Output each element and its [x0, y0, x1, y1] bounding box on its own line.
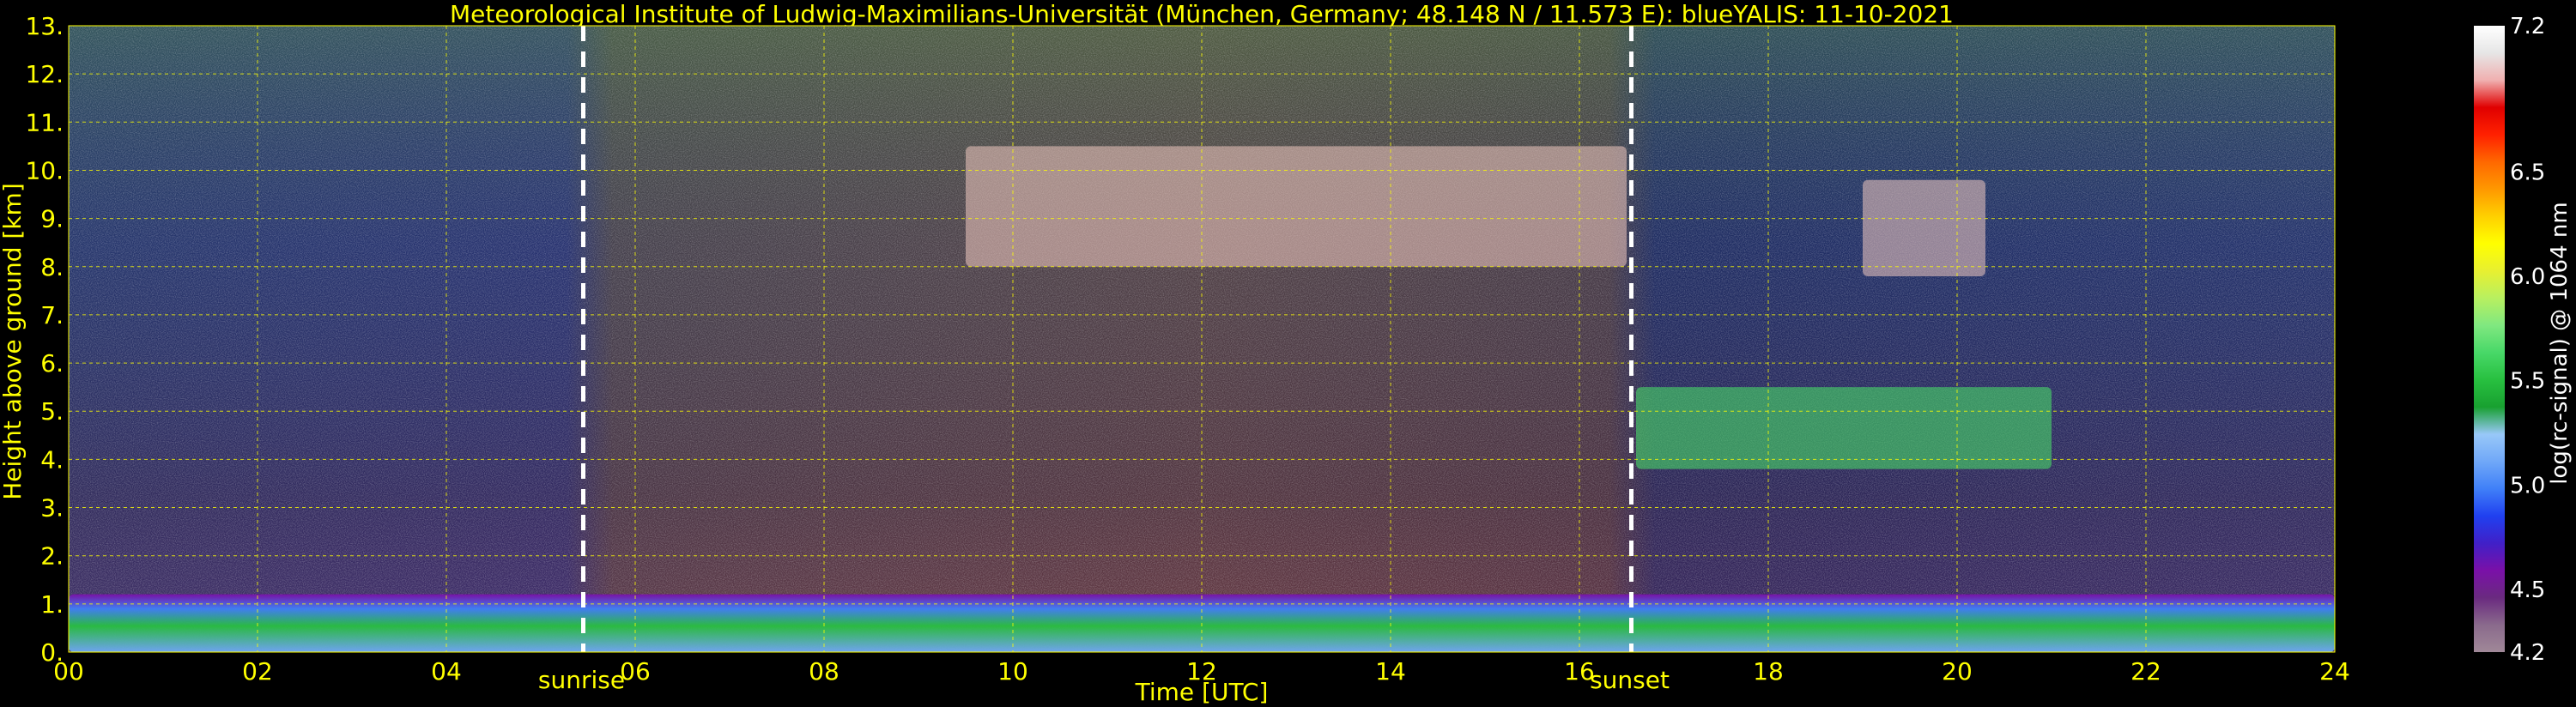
x-tick-label: 02 [242, 657, 273, 686]
y-axis-ticks: 0. 1. 2. 3. 4. 5. 6. 7. 8. 9. 10. 11. 12. 13. [25, 12, 64, 667]
x-tick-label: 14 [1375, 657, 1406, 686]
colorbar-tick-label: 5.0 [2510, 473, 2545, 499]
lidar-figure: Meteorological Institute of Ludwig-Maxim… [0, 0, 2573, 706]
y-tick-label: 0. [40, 638, 64, 667]
chart-title: Meteorological Institute of Ludwig-Maxim… [450, 0, 1954, 28]
y-tick-label: 6. [40, 349, 64, 378]
colorbar-tick-label: 6.5 [2510, 160, 2545, 185]
y-tick-label: 5. [40, 397, 64, 426]
y-tick-label: 8. [40, 253, 64, 281]
colorbar-tick-label: 5.5 [2510, 369, 2545, 395]
colorbar-ticks: 4.2 4.5 5.0 5.5 6.0 6.5 7.2 [2510, 14, 2545, 666]
colorbar-tick-label: 6.0 [2510, 264, 2545, 290]
x-tick-label: 20 [1942, 657, 1973, 686]
x-tick-label: 06 [620, 657, 651, 686]
x-tick-label: 04 [431, 657, 462, 686]
y-axis-label: Height above ground [km] [0, 183, 27, 500]
sunset-label: sunset [1590, 666, 1670, 694]
x-axis-label: Time [UTC] [1135, 678, 1269, 706]
x-tick-label: 08 [809, 657, 839, 686]
feature-cirrus [966, 146, 1627, 267]
y-tick-label: 12. [25, 60, 64, 88]
x-tick-label: 18 [1753, 657, 1784, 686]
feature-cirrus [1863, 179, 1985, 276]
feature-cloud-layer [1636, 387, 2052, 469]
y-tick-label: 7. [40, 301, 64, 329]
x-tick-label: 10 [997, 657, 1028, 686]
noise-speckle [69, 26, 2335, 652]
y-tick-label: 9. [40, 205, 64, 233]
colorbar-tick-label: 4.5 [2510, 577, 2545, 603]
y-tick-label: 11. [25, 108, 64, 136]
y-tick-label: 3. [40, 494, 64, 523]
y-tick-label: 13. [25, 12, 64, 40]
x-tick-label: 16 [1564, 657, 1595, 686]
colorbar-tick-label: 7.2 [2510, 14, 2545, 39]
colorbar: 4.2 4.5 5.0 5.5 6.0 6.5 7.2 log(rc-signal) @ 1… [2474, 14, 2573, 666]
y-tick-label: 4. [40, 445, 64, 474]
colorbar-gradient [2474, 26, 2505, 652]
y-tick-label: 10. [25, 156, 64, 184]
colorbar-label: log(rc-signal) @ 1064 nm [2547, 202, 2573, 484]
plot-area: sunrise sunset [68, 25, 2336, 694]
y-tick-label: 2. [40, 542, 64, 571]
x-tick-label: 22 [2131, 657, 2161, 686]
x-tick-label: 24 [2319, 657, 2350, 686]
sunrise-label: sunrise [538, 666, 625, 694]
colorbar-tick-label: 4.2 [2510, 640, 2545, 666]
y-tick-label: 1. [40, 590, 64, 619]
